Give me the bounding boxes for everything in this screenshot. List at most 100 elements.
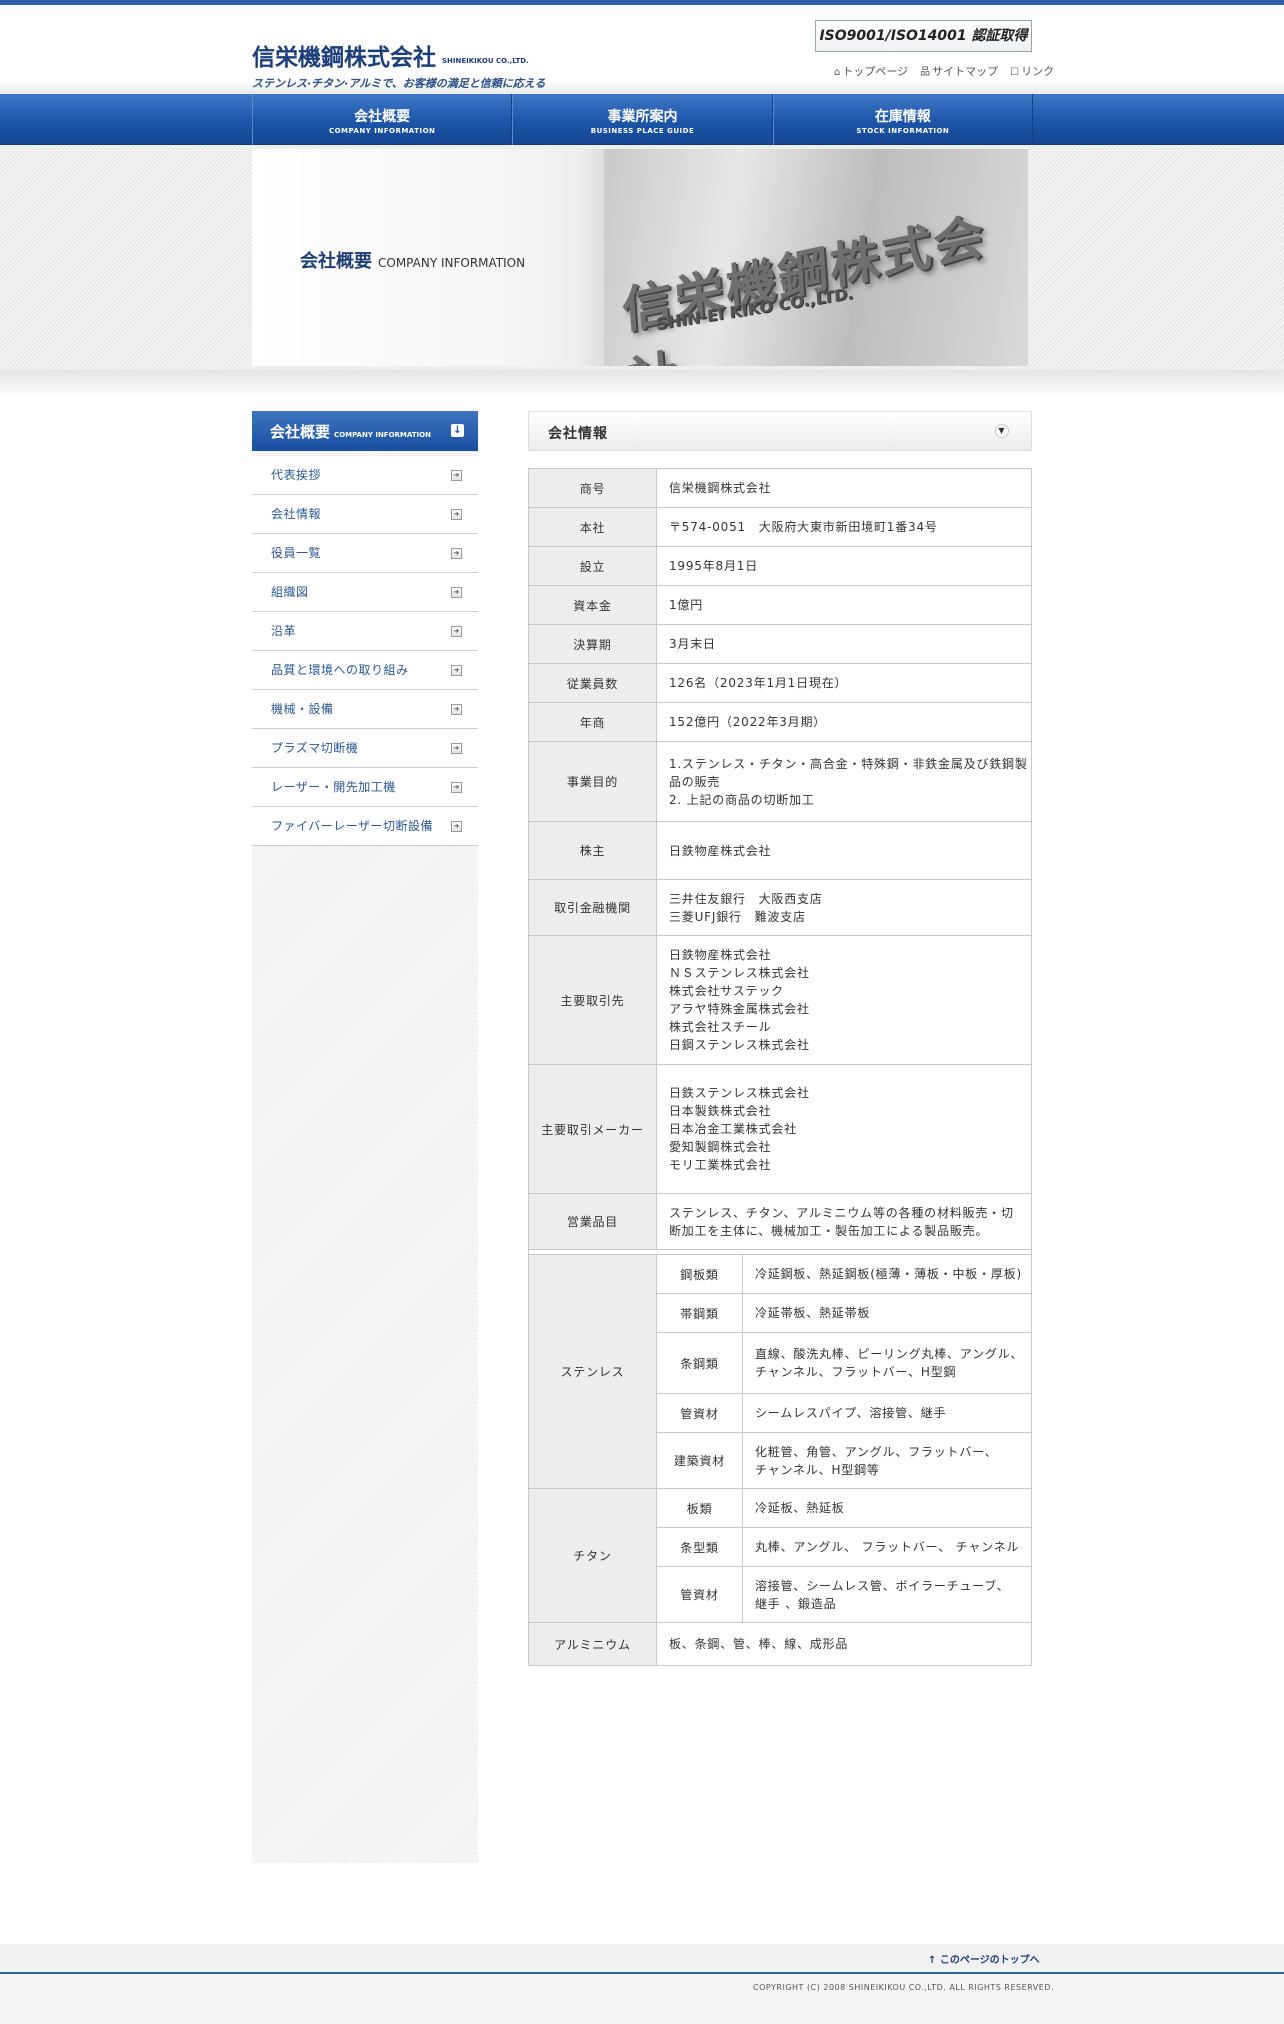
download-arrow-icon: ↓ bbox=[451, 424, 464, 437]
info-value-line: モリ工業株式会社 bbox=[669, 1158, 772, 1172]
info-sub-label: 帯鋼類 bbox=[656, 1293, 743, 1333]
company-info-table: 商号 信栄機鋼株式会社 本社 〒574-0051 大阪府大東市新田境町1番34号 設立 1… bbox=[528, 468, 1032, 1666]
arrow-right-icon: ➔ bbox=[451, 821, 462, 832]
hero-title: 会社概要 COMPANY INFORMATION bbox=[300, 251, 526, 272]
info-label: 株主 bbox=[528, 821, 657, 880]
info-label: 営業品目 bbox=[528, 1193, 657, 1250]
info-value-line: 日鉄物産株式会社 bbox=[669, 843, 772, 858]
global-nav: 会社概要 COMPANY INFORMATION 事業所案内 BUSINESS … bbox=[0, 94, 1284, 145]
arrow-right-icon: ➔ bbox=[451, 548, 462, 559]
sidebar-item-plasma-cutter[interactable]: プラズマ切断機 ➔ bbox=[252, 729, 478, 768]
sidebar-item-company-info[interactable]: 会社情報 ➔ bbox=[252, 495, 478, 534]
arrow-right-icon: ➔ bbox=[451, 743, 462, 754]
info-value-line: 継手 、鍛造品 bbox=[755, 1596, 837, 1611]
header-links: ⌂ トップページ 品サイトマップ ☐ リンク bbox=[834, 63, 1054, 79]
chevron-down-icon[interactable]: ▼ bbox=[995, 424, 1009, 438]
info-value-line: 化粧管、角管、アングル、フラットバー、 bbox=[755, 1444, 998, 1459]
info-value-line: 1995年8月1日 bbox=[669, 559, 759, 573]
info-value: ステンレス、チタン、アルミニウム等の各種の材料販売・切 断加工を主体に、機械加工・… bbox=[656, 1193, 1032, 1250]
sidebar-item-history[interactable]: 沿革 ➔ bbox=[252, 612, 478, 651]
arrow-right-icon: ➔ bbox=[451, 704, 462, 715]
info-sub-label: 鋼板類 bbox=[656, 1254, 743, 1294]
info-value-line: 152億円（2022年3月期） bbox=[669, 715, 827, 729]
hero-shadow bbox=[0, 370, 1284, 398]
info-value: 溶接管、シームレス管、ボイラーチューブ、 継手 、鍛造品 bbox=[742, 1566, 1032, 1623]
info-value-line: 丸棒、アングル、 フラットバー、 チャンネル bbox=[755, 1540, 1020, 1554]
info-label: 商号 bbox=[528, 468, 657, 508]
info-value: 冷延鋼板、熱延鋼板(極薄・薄板・中板・厚板) bbox=[742, 1254, 1032, 1294]
info-value: 日鉄物産株式会社 ＮＳステンレス株式会社 株式会社サステック アラヤ特殊金属株式会社株… bbox=[656, 935, 1032, 1065]
info-value: シームレスパイプ、溶接管、継手 bbox=[742, 1393, 1032, 1433]
info-value: 板、条鋼、管、棒、線、成形品 bbox=[656, 1622, 1032, 1666]
info-label: 事業目的 bbox=[528, 741, 657, 822]
arrow-up-icon: ↑ bbox=[928, 1955, 940, 1966]
sidebar-item-officers[interactable]: 役員一覧 ➔ bbox=[252, 534, 478, 573]
info-value-line: 126名（2023年1月1日現在） bbox=[669, 676, 848, 690]
info-label: 本社 bbox=[528, 507, 657, 547]
footer-top-bar bbox=[0, 1944, 1284, 1972]
info-sub-label: 管資材 bbox=[656, 1566, 743, 1623]
info-value: 冷延帯板、熱延帯板 bbox=[742, 1293, 1032, 1333]
info-value: 3月末日 bbox=[656, 624, 1032, 664]
info-value-line: チャンネル、フラットバー、H型鋼 bbox=[755, 1365, 957, 1379]
top-page-link[interactable]: ⌂ トップページ bbox=[834, 63, 908, 79]
info-label: アルミニウム bbox=[528, 1622, 657, 1666]
table-row: 資本金 1億円 bbox=[528, 585, 1032, 625]
links-link[interactable]: ☐ リンク bbox=[1010, 63, 1054, 79]
info-value-line: ＮＳステンレス株式会社 bbox=[669, 966, 810, 980]
info-value: 丸棒、アングル、 フラットバー、 チャンネル bbox=[742, 1527, 1032, 1567]
info-group-label: チタン bbox=[528, 1488, 657, 1623]
info-value-line: 1億円 bbox=[669, 598, 704, 612]
info-value-line: 直線、酸洗丸棒、ピーリング丸棒、アングル、 bbox=[755, 1347, 1024, 1361]
nav-business-place[interactable]: 事業所案内 BUSINESS PLACE GUIDE bbox=[512, 94, 773, 145]
sidebar-item-quality-environment[interactable]: 品質と環境への取り組み ➔ bbox=[252, 651, 478, 690]
info-sub-label: 建築資材 bbox=[656, 1432, 743, 1489]
info-value-line: 三井住友銀行 大阪西支店 bbox=[669, 891, 823, 906]
info-value-line: 〒574-0051 大阪府大東市新田境町1番34号 bbox=[669, 520, 938, 534]
info-value-line: 信栄機鋼株式会社 bbox=[669, 481, 772, 495]
info-value-line: 日鋼ステンレス株式会社 bbox=[669, 1038, 810, 1052]
section-heading: 会社情報 ▼ bbox=[528, 411, 1032, 451]
table-row: 商号 信栄機鋼株式会社 bbox=[528, 468, 1032, 508]
table-row: 事業目的 1.ステンレス・チタン・高合金・特殊鋼・非鉄金属及び鉄鋼製 品の販売 2. … bbox=[528, 741, 1032, 822]
arrow-right-icon: ➔ bbox=[451, 587, 462, 598]
table-row: 主要取引先 日鉄物産株式会社 ＮＳステンレス株式会社 株式会社サステック アラヤ特殊金属… bbox=[528, 935, 1032, 1065]
info-sub-label: 管資材 bbox=[656, 1393, 743, 1433]
link-icon: ☐ bbox=[1010, 67, 1020, 78]
info-value-line: 冷延板、熱延板 bbox=[755, 1501, 845, 1515]
info-value: 直線、酸洗丸棒、ピーリング丸棒、アングル、 チャンネル、フラットバー、H型鋼 bbox=[742, 1332, 1032, 1394]
info-value-line: チャンネル、H型鋼等 bbox=[755, 1462, 880, 1477]
info-value-line: 日本冶金工業株式会社 bbox=[669, 1122, 798, 1136]
sidebar-item-greeting[interactable]: 代表挨拶 ➔ bbox=[252, 456, 478, 495]
info-label: 資本金 bbox=[528, 585, 657, 625]
nav-stock-info[interactable]: 在庫情報 STOCK INFORMATION bbox=[772, 94, 1033, 145]
sidebar-item-org-chart[interactable]: 組織図 ➔ bbox=[252, 573, 478, 612]
site-logo[interactable]: 信栄機鋼株式会社 SHINEIKIKOU CO.,LTD. ステンレス·チタン·ア… bbox=[252, 38, 545, 91]
info-label: 設立 bbox=[528, 546, 657, 586]
nav-company-info[interactable]: 会社概要 COMPANY INFORMATION bbox=[252, 94, 513, 145]
sidebar-item-machinery[interactable]: 機械・設備 ➔ bbox=[252, 690, 478, 729]
table-row: ステンレス 鋼板類 冷延鋼板、熱延鋼板(極薄・薄板・中板・厚板) bbox=[528, 1254, 1032, 1489]
footer bbox=[0, 1974, 1284, 2024]
page-top-link[interactable]: ↑ このページのトップへ bbox=[928, 1951, 1040, 1966]
info-value: 日鉄物産株式会社 bbox=[656, 821, 1032, 880]
info-value-line: 冷延鋼板、熱延鋼板(極薄・薄板・中板・厚板) bbox=[755, 1267, 1022, 1281]
logo-tagline: ステンレス·チタン·アルミで、お客様の満足と信頼に応える bbox=[252, 77, 546, 90]
info-value-line: 愛知製鋼株式会社 bbox=[669, 1140, 772, 1154]
sidebar-item-fiber-laser[interactable]: ファイバーレーザー切断設備 ➔ bbox=[252, 807, 478, 846]
info-value-line: 溶接管、シームレス管、ボイラーチューブ、 bbox=[755, 1578, 1010, 1593]
table-row: 株主 日鉄物産株式会社 bbox=[528, 821, 1032, 880]
info-value: 冷延板、熱延板 bbox=[742, 1488, 1032, 1528]
info-value: 〒574-0051 大阪府大東市新田境町1番34号 bbox=[656, 507, 1032, 547]
info-value-line: 日鉄物産株式会社 bbox=[669, 948, 772, 962]
info-value-line: 断加工を主体に、機械加工・製缶加工による製品販売。 bbox=[669, 1223, 989, 1238]
logo-main-text: 信栄機鋼株式会社 bbox=[252, 45, 436, 71]
sidebar-heading[interactable]: 会社概要 COMPANY INFORMATION ↓ bbox=[252, 411, 478, 451]
sidebar-item-laser-bevel[interactable]: レーザー・開先加工機 ➔ bbox=[252, 768, 478, 807]
sitemap-link[interactable]: 品サイトマップ bbox=[920, 63, 998, 79]
info-value: 化粧管、角管、アングル、フラットバー、 チャンネル、H型鋼等 bbox=[742, 1432, 1032, 1489]
table-row: チタン 板類 冷延板、熱延板 bbox=[528, 1488, 1032, 1623]
hero-sign-image: 信栄機鋼株式会社 SHIN-EI KIKO CO.,LTD. bbox=[604, 149, 1028, 366]
info-value-line: 3月末日 bbox=[669, 637, 716, 651]
info-value-line: 株式会社サステック bbox=[669, 984, 784, 998]
